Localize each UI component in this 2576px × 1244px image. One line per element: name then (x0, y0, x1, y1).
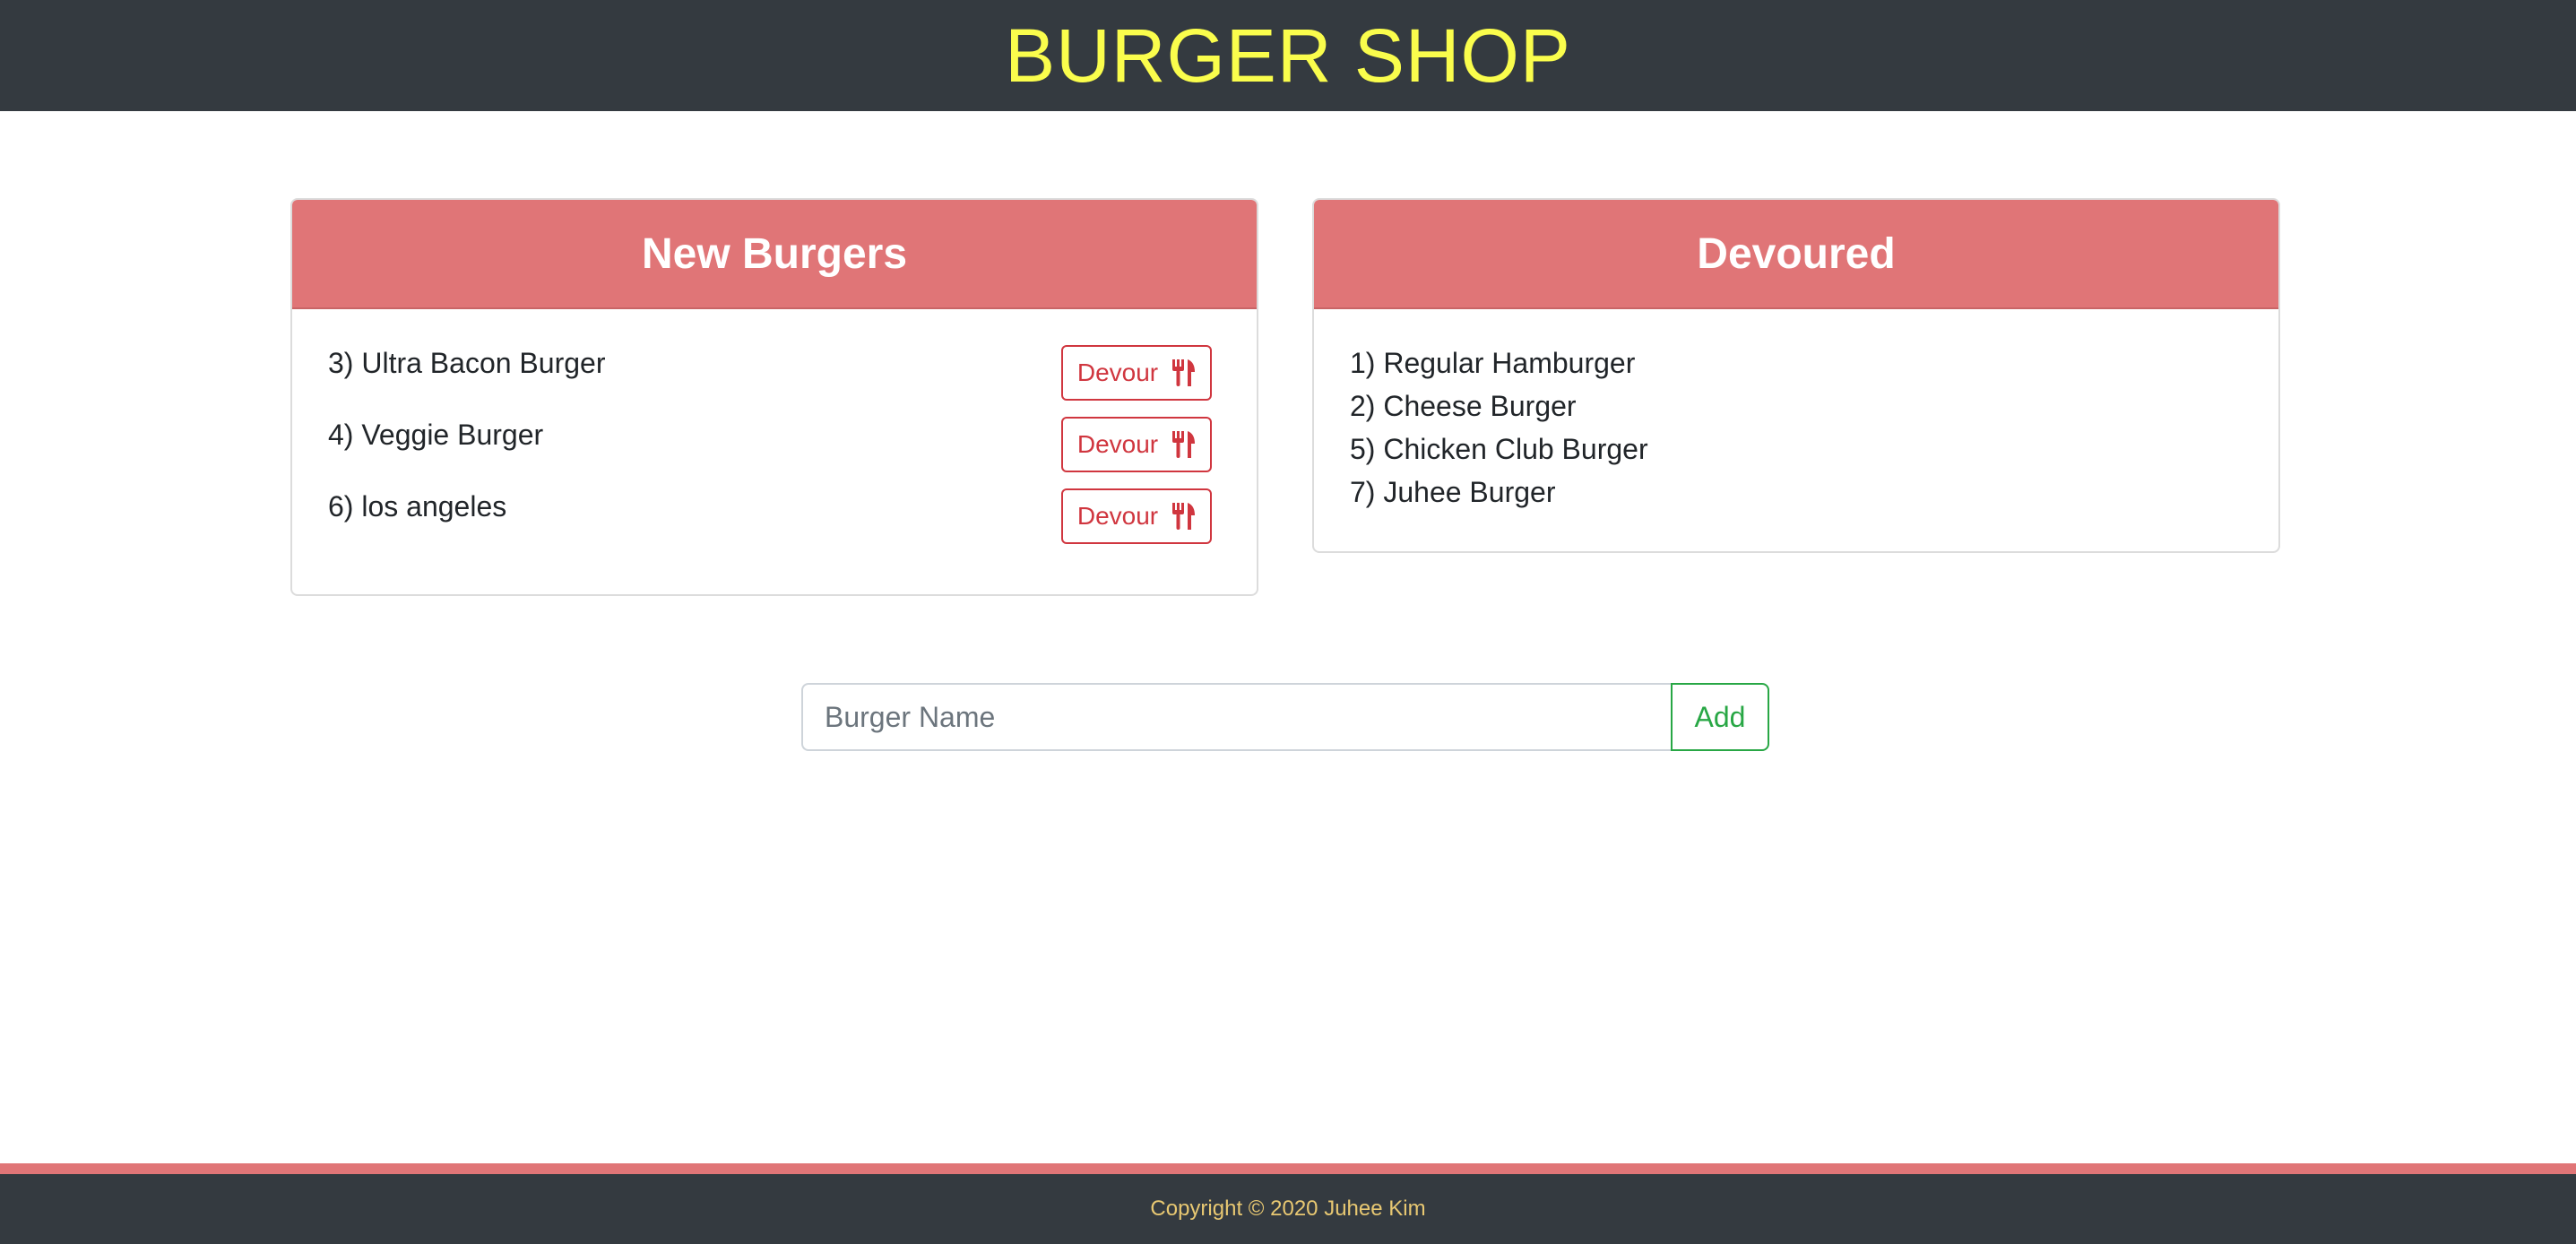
burger-label: 7) Juhee Burger (1350, 476, 1556, 508)
site-title: BURGER SHOP (1005, 13, 1571, 98)
devour-button[interactable]: Devour (1061, 488, 1212, 544)
burger-label: 2) Cheese Burger (1350, 390, 1577, 422)
add-burger-form: Add (801, 683, 1769, 751)
utensils-icon (1171, 359, 1196, 386)
list-item: 7) Juhee Burger (1350, 474, 2243, 517)
devoured-card-header: Devoured (1314, 200, 2278, 309)
list-item: 1) Regular Hamburger (1350, 345, 2243, 388)
list-item: 2) Cheese Burger (1350, 388, 2243, 431)
burger-name-input[interactable] (801, 683, 1671, 751)
list-item: 3) Ultra Bacon Burger Devour (328, 345, 1221, 417)
burger-label: 3) Ultra Bacon Burger (328, 347, 606, 379)
burger-label: 1) Regular Hamburger (1350, 347, 1636, 379)
site-footer: Copyright © 2020 Juhee Kim (0, 1174, 2576, 1244)
burger-label: 5) Chicken Club Burger (1350, 433, 1648, 465)
new-burgers-card-header: New Burgers (292, 200, 1257, 309)
devoured-title: Devoured (1697, 229, 1896, 278)
list-item: 6) los angeles Devour (328, 488, 1221, 560)
add-button[interactable]: Add (1671, 683, 1769, 751)
devoured-card: Devoured 1) Regular Hamburger 2) Cheese … (1312, 198, 2280, 553)
devour-button[interactable]: Devour (1061, 417, 1212, 472)
burger-label: 6) los angeles (328, 490, 507, 523)
devour-button-label: Devour (1076, 502, 1159, 530)
devour-button-label: Devour (1076, 430, 1159, 458)
utensils-icon (1171, 503, 1196, 530)
devour-button[interactable]: Devour (1061, 345, 1212, 401)
footer-stripe (0, 1163, 2576, 1174)
new-burgers-card: New Burgers 3) Ultra Bacon Burger Devour (290, 198, 1258, 596)
utensils-icon (1171, 431, 1196, 458)
new-burgers-list: 3) Ultra Bacon Burger Devour 4) Veggie B… (292, 309, 1257, 560)
copyright-text: Copyright © 2020 Juhee Kim (1150, 1196, 1426, 1221)
site-header: BURGER SHOP (0, 0, 2576, 111)
devoured-list: 1) Regular Hamburger 2) Cheese Burger 5)… (1314, 309, 2278, 517)
new-burgers-title: New Burgers (641, 229, 908, 278)
devour-button-label: Devour (1076, 359, 1159, 386)
list-item: 4) Veggie Burger Devour (328, 417, 1221, 488)
burger-label: 4) Veggie Burger (328, 419, 544, 451)
list-item: 5) Chicken Club Burger (1350, 431, 2243, 474)
